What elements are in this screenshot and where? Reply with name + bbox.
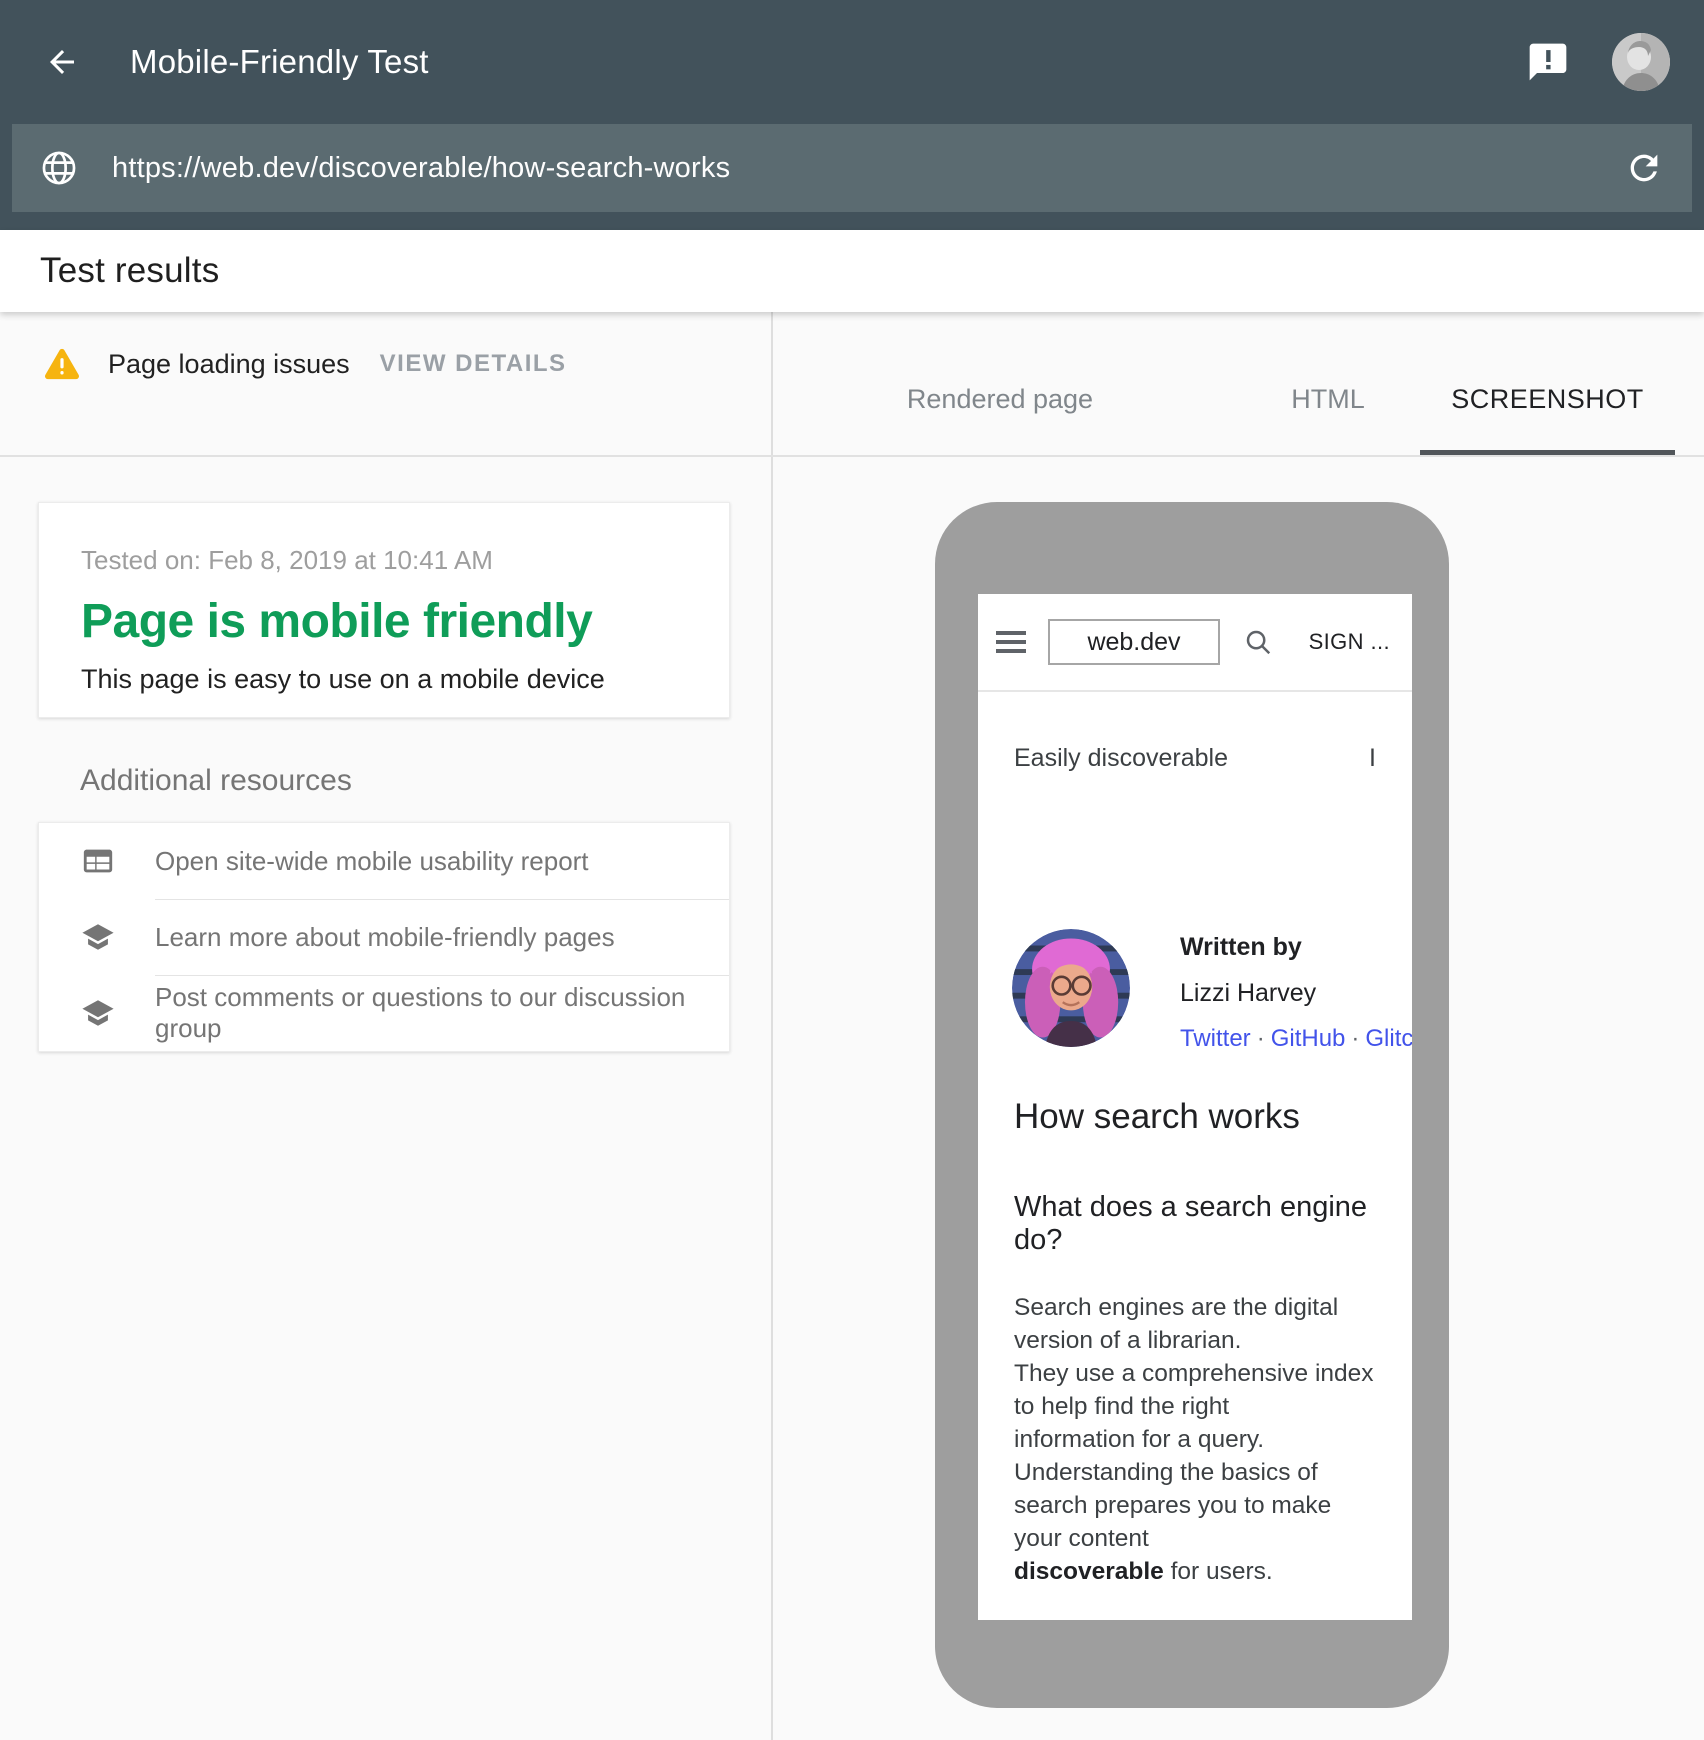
- phone-mockup: web.dev SIGN ... Easily discoverable I: [935, 502, 1449, 1708]
- resource-label: Learn more about mobile-friendly pages: [155, 922, 615, 953]
- chrome-divider: [978, 690, 1412, 692]
- verdict-text: Page is mobile friendly: [81, 596, 687, 648]
- article-title: How search works: [978, 1097, 1412, 1137]
- glitch-link: Glitch: [1365, 1025, 1412, 1052]
- app-title: Mobile-Friendly Test: [130, 43, 429, 81]
- school-icon: [81, 920, 115, 954]
- github-link: GitHub: [1271, 1025, 1346, 1052]
- site-header-truncated: I: [1369, 744, 1376, 773]
- right-panel: Rendered page HTML SCREENSHOT web.dev: [772, 312, 1704, 1740]
- author-name: Lizzi Harvey: [1180, 979, 1412, 1008]
- page-heading-bar: Test results: [0, 230, 1704, 312]
- section-heading: What does a search engine do?: [978, 1191, 1412, 1257]
- warning-label: Page loading issues: [108, 349, 350, 380]
- page-title: Test results: [40, 251, 219, 291]
- user-avatar[interactable]: [1612, 33, 1670, 91]
- tested-on-timestamp: Tested on: Feb 8, 2019 at 10:41 AM: [81, 545, 687, 576]
- screenshot-url-box: web.dev: [1048, 619, 1220, 665]
- tab-rendered-page[interactable]: Rendered page: [800, 384, 1200, 415]
- warning-icon: [44, 348, 80, 380]
- twitter-link: Twitter: [1180, 1025, 1251, 1052]
- resource-discussion-group[interactable]: Post comments or questions to our discus…: [39, 975, 729, 1051]
- tab-html[interactable]: HTML: [1258, 384, 1398, 415]
- feedback-icon[interactable]: [1526, 40, 1570, 84]
- url-text: https://web.dev/discoverable/how-search-…: [112, 152, 1604, 185]
- refresh-icon[interactable]: [1624, 148, 1664, 188]
- school-icon: [81, 996, 115, 1030]
- resource-label: Post comments or questions to our discus…: [155, 982, 729, 1044]
- author-avatar: [1012, 929, 1130, 1047]
- app-bar-row: Mobile-Friendly Test: [0, 0, 1704, 124]
- resource-learn-more[interactable]: Learn more about mobile-friendly pages: [39, 899, 729, 975]
- additional-resources-heading: Additional resources: [80, 764, 352, 798]
- page-loading-issues-row: Page loading issues VIEW DETAILS: [44, 344, 567, 384]
- additional-resources-card: Open site-wide mobile usability report L…: [38, 822, 730, 1052]
- site-header-row: Easily discoverable I: [978, 744, 1412, 773]
- phone-screen: web.dev SIGN ... Easily discoverable I: [978, 594, 1412, 1620]
- globe-icon: [40, 149, 78, 187]
- report-icon: [81, 844, 115, 878]
- site-title: Easily discoverable: [1014, 744, 1228, 773]
- url-bar[interactable]: https://web.dev/discoverable/how-search-…: [12, 124, 1692, 212]
- resource-open-usability-report[interactable]: Open site-wide mobile usability report: [39, 823, 729, 899]
- menu-icon: [996, 631, 1026, 653]
- result-card: Tested on: Feb 8, 2019 at 10:41 AM Page …: [38, 502, 730, 718]
- view-details-link[interactable]: VIEW DETAILS: [380, 350, 567, 378]
- tab-bar: Rendered page HTML SCREENSHOT: [772, 312, 1704, 455]
- sign-in-label: SIGN ...: [1309, 629, 1390, 655]
- author-block: Written by Lizzi Harvey Twitter·GitHub·G…: [978, 929, 1412, 1053]
- tab-screenshot[interactable]: SCREENSHOT: [1420, 384, 1675, 415]
- screenshot-browser-chrome: web.dev SIGN ...: [978, 594, 1412, 690]
- content: Page loading issues VIEW DETAILS Tested …: [0, 312, 1704, 1740]
- author-links: Twitter·GitHub·Glitch: [1180, 1025, 1412, 1053]
- verdict-description: This page is easy to use on a mobile dev…: [81, 664, 687, 695]
- back-icon[interactable]: [44, 44, 80, 80]
- app-bar: Mobile-Friendly Test: [0, 0, 1704, 230]
- horizontal-divider: [0, 455, 1704, 457]
- section-paragraph: Search engines are the digital version o…: [978, 1291, 1412, 1588]
- search-icon: [1243, 627, 1273, 657]
- resource-label: Open site-wide mobile usability report: [155, 846, 589, 877]
- written-by-label: Written by: [1180, 933, 1412, 962]
